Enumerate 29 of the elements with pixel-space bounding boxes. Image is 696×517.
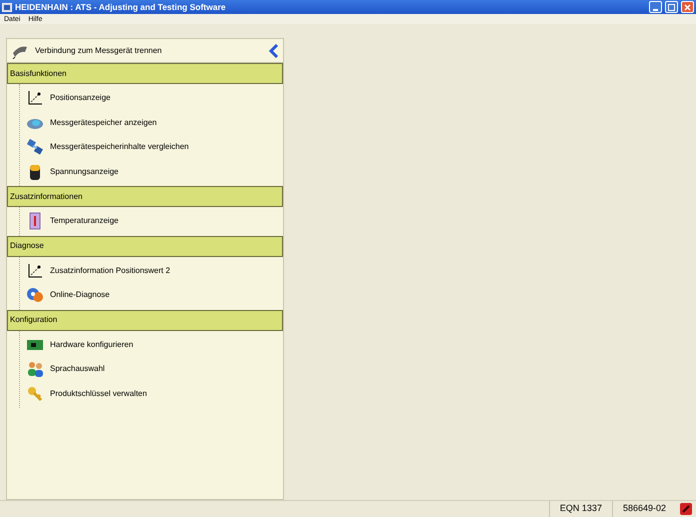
section-header[interactable]: Basisfunktionen — [7, 63, 283, 84]
menu-item[interactable]: Temperaturanzeige — [50, 215, 118, 228]
menu-item[interactable]: Produktschlüssel verwalten — [50, 388, 147, 400]
app-icon — [2, 2, 12, 12]
menu-item[interactable]: Spannungsanzeige — [50, 166, 119, 178]
window-title: HEIDENHAIN : ATS - Adjusting and Testing Software — [15, 0, 226, 14]
menu-item[interactable]: Zusatzinformation Positionswert 2 — [50, 264, 170, 277]
minimize-button[interactable] — [649, 1, 662, 13]
section-header[interactable]: Zusatzinformationen — [7, 186, 283, 207]
chart-icon — [26, 262, 44, 280]
section-header[interactable]: Konfiguration — [7, 310, 283, 330]
menu-item[interactable]: Hardware konfigurieren — [50, 338, 134, 351]
close-button[interactable] — [681, 1, 694, 13]
serial-number: 586649-02 — [612, 501, 676, 517]
chart-icon — [26, 89, 44, 108]
disconnect-link[interactable]: Verbindung zum Messgerät trennen — [35, 44, 263, 56]
device-name: EQN 1337 — [548, 501, 612, 517]
menu-item[interactable]: Sprachauswahl — [50, 363, 105, 376]
section-header[interactable]: Diagnose — [7, 236, 283, 256]
menu-item[interactable]: Messgerätespeicher anzeigen — [50, 116, 157, 129]
key-icon — [26, 384, 44, 403]
close-icon — [684, 4, 691, 10]
menu-item[interactable]: Online-Diagnose — [50, 289, 110, 302]
maximize-button[interactable] — [665, 1, 678, 13]
people-icon — [26, 360, 44, 378]
disconnect-icon — [680, 503, 692, 515]
menu-item[interactable]: Positionsanzeige — [50, 92, 110, 104]
menu-item[interactable]: Messgerätespeicherinhalte vergleichen — [50, 141, 189, 154]
maximize-icon — [668, 4, 675, 10]
